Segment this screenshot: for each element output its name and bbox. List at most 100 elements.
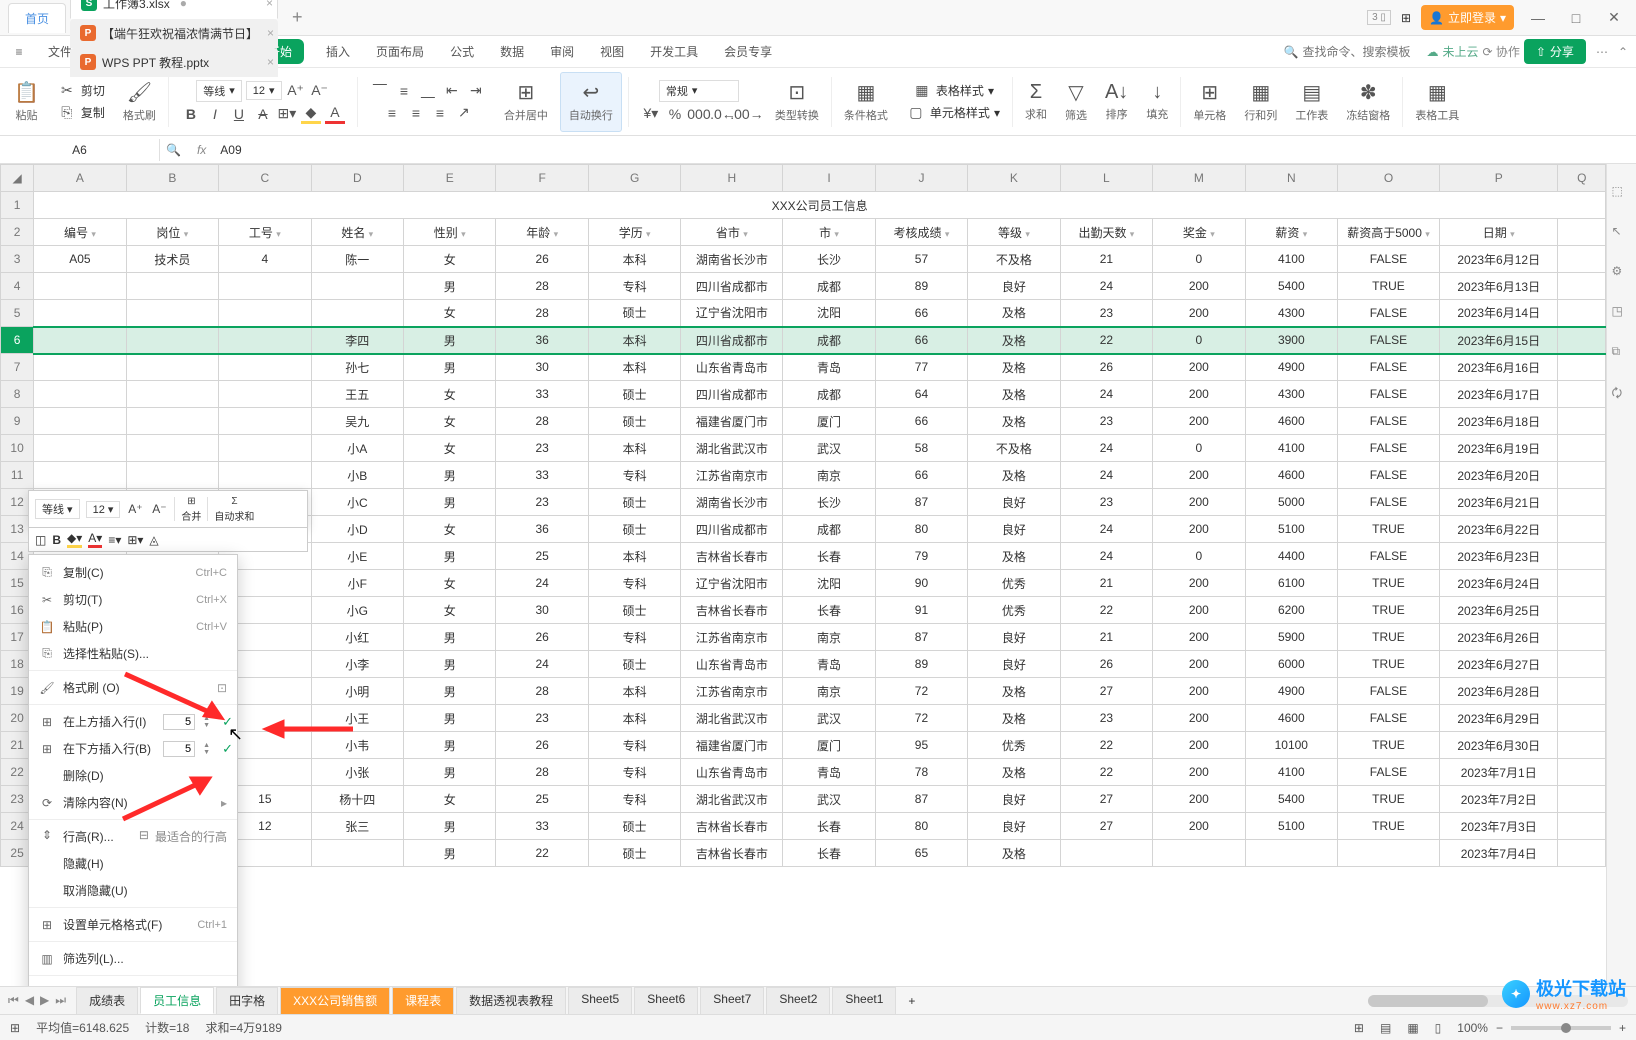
- data-cell[interactable]: 男: [404, 327, 496, 354]
- data-cell[interactable]: 硕士: [588, 489, 680, 516]
- data-cell[interactable]: 2023年6月27日: [1439, 651, 1558, 678]
- data-cell[interactable]: 男: [404, 813, 496, 840]
- data-cell[interactable]: 80: [875, 516, 967, 543]
- fill-icon[interactable]: ↓: [1152, 81, 1162, 104]
- data-cell[interactable]: 26: [496, 624, 588, 651]
- header-cell[interactable]: 薪资 ▾: [1245, 219, 1337, 246]
- data-cell[interactable]: 南京: [783, 678, 875, 705]
- data-cell[interactable]: 李四: [311, 327, 403, 354]
- column-header[interactable]: J: [875, 165, 967, 192]
- data-cell[interactable]: 山东省青岛市: [681, 651, 783, 678]
- column-header[interactable]: O: [1338, 165, 1440, 192]
- data-cell[interactable]: 5400: [1245, 786, 1337, 813]
- data-cell[interactable]: 小A: [311, 435, 403, 462]
- bold-icon[interactable]: B: [181, 104, 201, 124]
- data-cell[interactable]: TRUE: [1338, 273, 1440, 300]
- header-cell[interactable]: 工号 ▾: [219, 219, 311, 246]
- data-cell[interactable]: 23: [496, 489, 588, 516]
- data-cell[interactable]: 专科: [588, 759, 680, 786]
- sheet-tab[interactable]: 田字格: [216, 987, 278, 1014]
- view-page-icon[interactable]: ▤: [1380, 1021, 1391, 1035]
- data-cell[interactable]: [219, 408, 311, 435]
- data-cell[interactable]: 24: [1060, 273, 1152, 300]
- data-cell[interactable]: 良好: [968, 786, 1060, 813]
- merge-icon[interactable]: ⊞: [518, 80, 535, 105]
- data-cell[interactable]: 良好: [968, 651, 1060, 678]
- data-cell[interactable]: 2023年6月20日: [1439, 462, 1558, 489]
- data-cell[interactable]: 辽宁省沈阳市: [681, 570, 783, 597]
- data-cell[interactable]: [311, 273, 403, 300]
- data-cell[interactable]: 2023年7月1日: [1439, 759, 1558, 786]
- data-cell[interactable]: 33: [496, 813, 588, 840]
- status-mode-icon[interactable]: ⊞: [10, 1021, 20, 1035]
- data-cell[interactable]: 女: [404, 570, 496, 597]
- layout-icon[interactable]: 3 ▯: [1367, 10, 1391, 25]
- data-cell[interactable]: 厦门: [783, 732, 875, 759]
- data-cell[interactable]: 湖北省武汉市: [681, 435, 783, 462]
- data-cell[interactable]: 南京: [783, 462, 875, 489]
- sheet-tab[interactable]: Sheet5: [568, 987, 632, 1014]
- data-cell[interactable]: 5900: [1245, 624, 1337, 651]
- row-header[interactable]: 6: [1, 327, 34, 354]
- data-cell[interactable]: 4900: [1245, 678, 1337, 705]
- data-cell[interactable]: 200: [1153, 813, 1245, 840]
- data-cell[interactable]: 91: [875, 597, 967, 624]
- coop-button[interactable]: ⟳ 协作: [1482, 43, 1519, 60]
- data-cell[interactable]: TRUE: [1338, 651, 1440, 678]
- command-search-input[interactable]: [1302, 45, 1422, 59]
- italic-icon[interactable]: I: [205, 104, 225, 124]
- data-cell[interactable]: FALSE: [1338, 435, 1440, 462]
- data-cell[interactable]: 4100: [1245, 246, 1337, 273]
- data-cell[interactable]: 小G: [311, 597, 403, 624]
- paste-icon[interactable]: 📋: [14, 80, 39, 105]
- data-cell[interactable]: 陈一: [311, 246, 403, 273]
- header-cell[interactable]: 姓名 ▾: [311, 219, 403, 246]
- currency-icon[interactable]: ¥▾: [641, 104, 661, 124]
- sheet-nav-last-icon[interactable]: ⏭: [55, 993, 66, 1008]
- data-cell[interactable]: 200: [1153, 705, 1245, 732]
- data-cell[interactable]: 95: [875, 732, 967, 759]
- data-cell[interactable]: 26: [496, 246, 588, 273]
- data-cell[interactable]: 2023年6月21日: [1439, 489, 1558, 516]
- data-cell[interactable]: 24: [496, 570, 588, 597]
- header-cell[interactable]: 性别 ▾: [404, 219, 496, 246]
- data-cell[interactable]: 4600: [1245, 462, 1337, 489]
- data-cell[interactable]: 及格: [968, 327, 1060, 354]
- number-format-select[interactable]: 常规 ▾: [659, 80, 739, 102]
- data-cell[interactable]: 21: [1060, 624, 1152, 651]
- zoom-slider[interactable]: [1511, 1026, 1611, 1030]
- data-cell[interactable]: 200: [1153, 786, 1245, 813]
- data-cell[interactable]: 成都: [783, 327, 875, 354]
- data-cell[interactable]: 200: [1153, 570, 1245, 597]
- data-cell[interactable]: 89: [875, 273, 967, 300]
- data-cell[interactable]: 200: [1153, 300, 1245, 327]
- app-icon[interactable]: ⊞: [1401, 11, 1411, 25]
- row-header[interactable]: 1: [1, 192, 34, 219]
- data-cell[interactable]: 福建省厦门市: [681, 408, 783, 435]
- type-convert-icon[interactable]: ⊡: [789, 80, 806, 105]
- side-cursor-icon[interactable]: ↖: [1612, 224, 1632, 244]
- ctx-hide[interactable]: 隐藏(H): [29, 850, 237, 877]
- data-cell[interactable]: TRUE: [1338, 570, 1440, 597]
- data-cell[interactable]: FALSE: [1338, 354, 1440, 381]
- data-cell[interactable]: [34, 273, 126, 300]
- data-cell[interactable]: 女: [404, 381, 496, 408]
- sum-icon[interactable]: Σ: [1030, 81, 1042, 104]
- row-header[interactable]: 3: [1, 246, 34, 273]
- strike-icon[interactable]: A: [253, 104, 273, 124]
- data-cell[interactable]: 4100: [1245, 759, 1337, 786]
- cond-format-icon[interactable]: ▦: [856, 80, 875, 105]
- data-cell[interactable]: 80: [875, 813, 967, 840]
- data-cell[interactable]: 2023年6月14日: [1439, 300, 1558, 327]
- data-cell[interactable]: FALSE: [1338, 381, 1440, 408]
- data-cell[interactable]: 男: [404, 651, 496, 678]
- data-cell[interactable]: 小韦: [311, 732, 403, 759]
- add-sheet-button[interactable]: +: [898, 990, 925, 1012]
- data-cell[interactable]: 4400: [1245, 543, 1337, 570]
- data-cell[interactable]: 5100: [1245, 813, 1337, 840]
- data-cell[interactable]: 23: [1060, 705, 1152, 732]
- column-header[interactable]: G: [588, 165, 680, 192]
- data-cell[interactable]: 66: [875, 327, 967, 354]
- data-cell[interactable]: 4600: [1245, 705, 1337, 732]
- data-cell[interactable]: 硕士: [588, 381, 680, 408]
